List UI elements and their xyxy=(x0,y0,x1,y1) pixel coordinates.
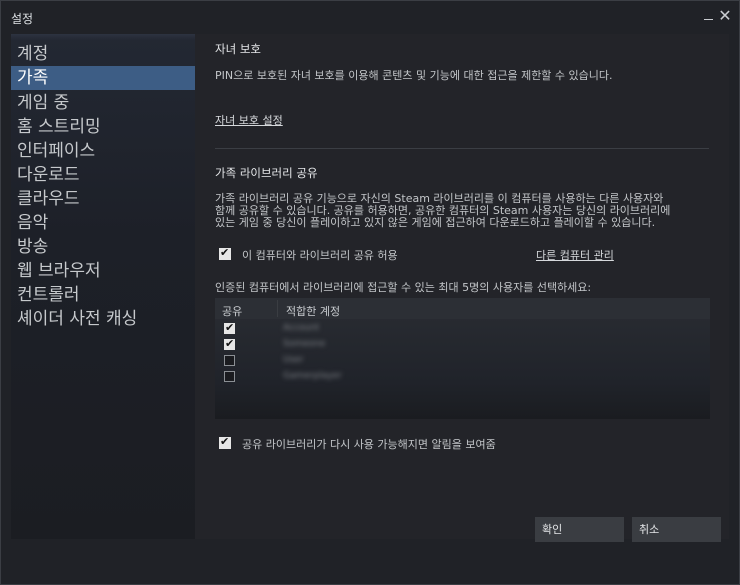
allow-sharing-label[interactable]: 이 컴퓨터와 라이브러리 공유 허용 xyxy=(242,247,398,263)
sidebar-item-interface[interactable]: 인터페이스 xyxy=(11,139,195,163)
parental-heading: 자녀 보호 xyxy=(215,42,261,56)
sidebar-item-controller[interactable]: 컨트롤러 xyxy=(11,283,195,307)
sidebar-edge xyxy=(11,34,195,40)
column-account[interactable]: 적합한 계정 xyxy=(286,303,340,319)
column-share[interactable]: 공유 xyxy=(222,303,242,319)
close-icon[interactable]: ✕ xyxy=(717,7,733,25)
sidebar-item-broadcast[interactable]: 방송 xyxy=(11,235,195,259)
main-panel: 자녀 보호 PIN으로 보호된 자녀 보호를 이용해 콘텐츠 및 기능에 대한 … xyxy=(195,34,729,539)
ok-button[interactable]: 확인 xyxy=(535,517,624,542)
account-name-2: Someone xyxy=(283,339,326,349)
title-bar[interactable]: 설정 ✕ xyxy=(1,1,739,33)
share-checkbox-2[interactable] xyxy=(224,337,235,350)
table-header: 공유 적합한 계정 xyxy=(215,298,710,319)
manage-computers-link[interactable]: 다른 컴퓨터 관리 xyxy=(536,247,614,263)
family-sharing-heading: 가족 라이브러리 공유 xyxy=(215,166,318,180)
family-desc-line-3: 있는 게임 중 당신이 플레이하고 있지 않은 게임에 접근하여 다운로드하고 … xyxy=(215,216,656,229)
share-checkbox-4[interactable] xyxy=(224,371,235,382)
sidebar-item-in-game[interactable]: 게임 중 xyxy=(11,91,195,115)
minimize-icon[interactable] xyxy=(701,7,717,25)
sidebar: 계정 가족 게임 중 홈 스트리밍 인터페이스 다운로드 클라우드 음악 방송 … xyxy=(11,34,195,539)
sidebar-item-family[interactable]: 가족 xyxy=(11,66,195,90)
notify-available-checkbox[interactable] xyxy=(219,435,231,449)
parental-description: PIN으로 보호된 자녀 보호를 이용해 콘텐츠 및 기능에 대한 접근을 제한… xyxy=(215,69,613,82)
share-checkbox-3[interactable] xyxy=(224,355,235,366)
parental-settings-link[interactable]: 자녀 보호 설정 xyxy=(215,112,283,128)
sidebar-item-web-browser[interactable]: 웹 브라우저 xyxy=(11,259,195,283)
eligible-accounts-table: 공유 적합한 계정 Account Someone User Gamerplay… xyxy=(215,298,710,419)
account-name-1: Account xyxy=(283,323,320,333)
select-users-instruction: 인증된 컴퓨터에서 라이브러리에 접근할 수 있는 최대 5명의 사용자를 선택… xyxy=(215,281,592,294)
window-title: 설정 xyxy=(11,12,34,26)
notify-available-label[interactable]: 공유 라이브러리가 다시 사용 가능해지면 알림을 보여줌 xyxy=(242,436,496,452)
account-name-4: Gamerplayer xyxy=(283,371,342,381)
sidebar-item-cloud[interactable]: 클라우드 xyxy=(11,187,195,211)
share-checkbox-1[interactable] xyxy=(224,321,235,334)
sidebar-item-home-streaming[interactable]: 홈 스트리밍 xyxy=(11,115,195,139)
column-separator xyxy=(277,300,278,317)
cancel-button[interactable]: 취소 xyxy=(632,517,721,542)
section-divider xyxy=(215,148,709,149)
sidebar-item-downloads[interactable]: 다운로드 xyxy=(11,163,195,187)
settings-window: 설정 ✕ 계정 가족 게임 중 홈 스트리밍 인터페이스 다운로드 클라우드 음… xyxy=(0,0,740,585)
sidebar-item-music[interactable]: 음악 xyxy=(11,211,195,235)
account-name-3: User xyxy=(283,355,304,365)
sidebar-item-account[interactable]: 계정 xyxy=(11,42,195,66)
sidebar-item-shader-cache[interactable]: 셰이더 사전 캐싱 xyxy=(11,307,195,331)
allow-sharing-checkbox[interactable] xyxy=(219,246,231,260)
